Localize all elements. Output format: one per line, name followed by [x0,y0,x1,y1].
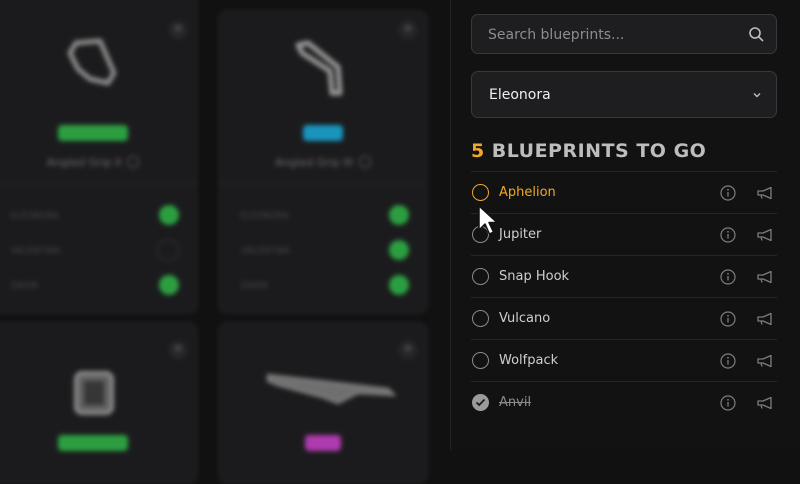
list-item[interactable]: Wolfpack [471,339,777,381]
check-icon[interactable] [389,205,409,225]
check-icon[interactable] [389,240,409,260]
empty-check-icon[interactable] [157,239,179,261]
radio-button[interactable] [472,268,489,285]
blueprint-card[interactable]: ♥ [218,322,428,484]
megaphone-icon[interactable] [756,270,774,284]
list-item[interactable]: Jupiter [471,213,777,255]
check-icon[interactable] [389,275,409,295]
owner-row: VALENTINA [241,238,409,262]
info-icon[interactable] [720,394,736,411]
blueprint-card[interactable]: ♥ Angled Grip II ELEONORA VALENTINA ZAHI… [0,0,198,314]
divider [219,183,427,184]
search-icon[interactable] [748,26,764,42]
check-icon[interactable] [159,205,179,225]
megaphone-icon[interactable] [756,228,774,242]
blueprint-card[interactable]: ♥ [0,322,198,484]
rarity-bar [58,125,128,141]
radio-button[interactable] [472,352,489,369]
player-select[interactable]: Eleonora [471,71,777,118]
list-item[interactable]: Vulcano [471,297,777,339]
megaphone-icon[interactable] [756,354,774,368]
remaining-heading: 5 BLUEPRINTS TO GO [471,140,706,162]
remaining-label: BLUEPRINTS TO GO [491,140,707,162]
player-select-value: Eleonora [489,86,551,103]
owner-row: ELEONORA [11,203,179,227]
megaphone-icon[interactable] [756,312,774,326]
checkmark-icon [475,398,486,407]
check-icon[interactable] [159,275,179,295]
owner-row: ZAHIR [11,273,179,297]
info-icon[interactable] [720,268,736,285]
blueprint-image [219,31,427,111]
divider [0,183,197,184]
radio-button-checked[interactable] [472,394,489,411]
info-icon[interactable] [720,184,736,201]
blueprint-checklist-panel: Eleonora 5 BLUEPRINTS TO GO Aphelion Jupi… [450,0,800,450]
search-box[interactable] [471,14,777,55]
search-input[interactable] [486,15,750,55]
info-icon[interactable] [720,310,736,327]
megaphone-icon[interactable] [756,396,774,410]
blueprint-image [0,363,197,443]
blueprint-name: Wolfpack [499,353,559,368]
rarity-bar [303,125,343,141]
info-icon[interactable] [359,156,372,168]
list-item[interactable]: Snap Hook [471,255,777,297]
owner-row: VALENTINA [11,238,179,262]
megaphone-icon[interactable] [756,186,774,200]
list-item[interactable]: Anvil [471,381,777,423]
blueprint-name: Vulcano [499,311,551,326]
radio-button[interactable] [472,184,489,201]
blueprint-card-grid: ♥ Angled Grip II ELEONORA VALENTINA ZAHI… [0,0,450,484]
blueprint-image [219,363,427,443]
info-icon[interactable] [720,352,736,369]
remaining-count: 5 [471,140,485,162]
blueprint-name: Aphelion [499,185,556,200]
blueprint-name: Snap Hook [499,269,570,284]
mouse-cursor-icon [478,205,498,235]
radio-button[interactable] [472,310,489,327]
blueprint-list: Aphelion Jupiter Snap Hook Vulcano Wolfp… [471,171,777,423]
favorite-icon[interactable]: ♥ [399,341,417,359]
blueprint-card[interactable]: ♥ Angled Grip III ELEONORA VALENTINA ZAH… [218,10,428,314]
info-icon[interactable] [127,156,140,168]
blueprint-name: Anvil [499,395,532,410]
blueprint-name: Angled Grip III [219,156,427,169]
favorite-icon[interactable]: ♥ [169,341,187,359]
info-icon[interactable] [720,226,736,243]
owner-row: ZAHIR [241,273,409,297]
blueprint-name: Angled Grip II [0,156,197,169]
blueprint-image [0,31,197,111]
rarity-bar [305,435,341,451]
owner-row: ELEONORA [241,203,409,227]
list-item[interactable]: Aphelion [471,171,777,213]
rarity-bar [58,435,128,451]
chevron-down-icon [753,92,761,97]
blueprint-name: Jupiter [499,227,542,242]
